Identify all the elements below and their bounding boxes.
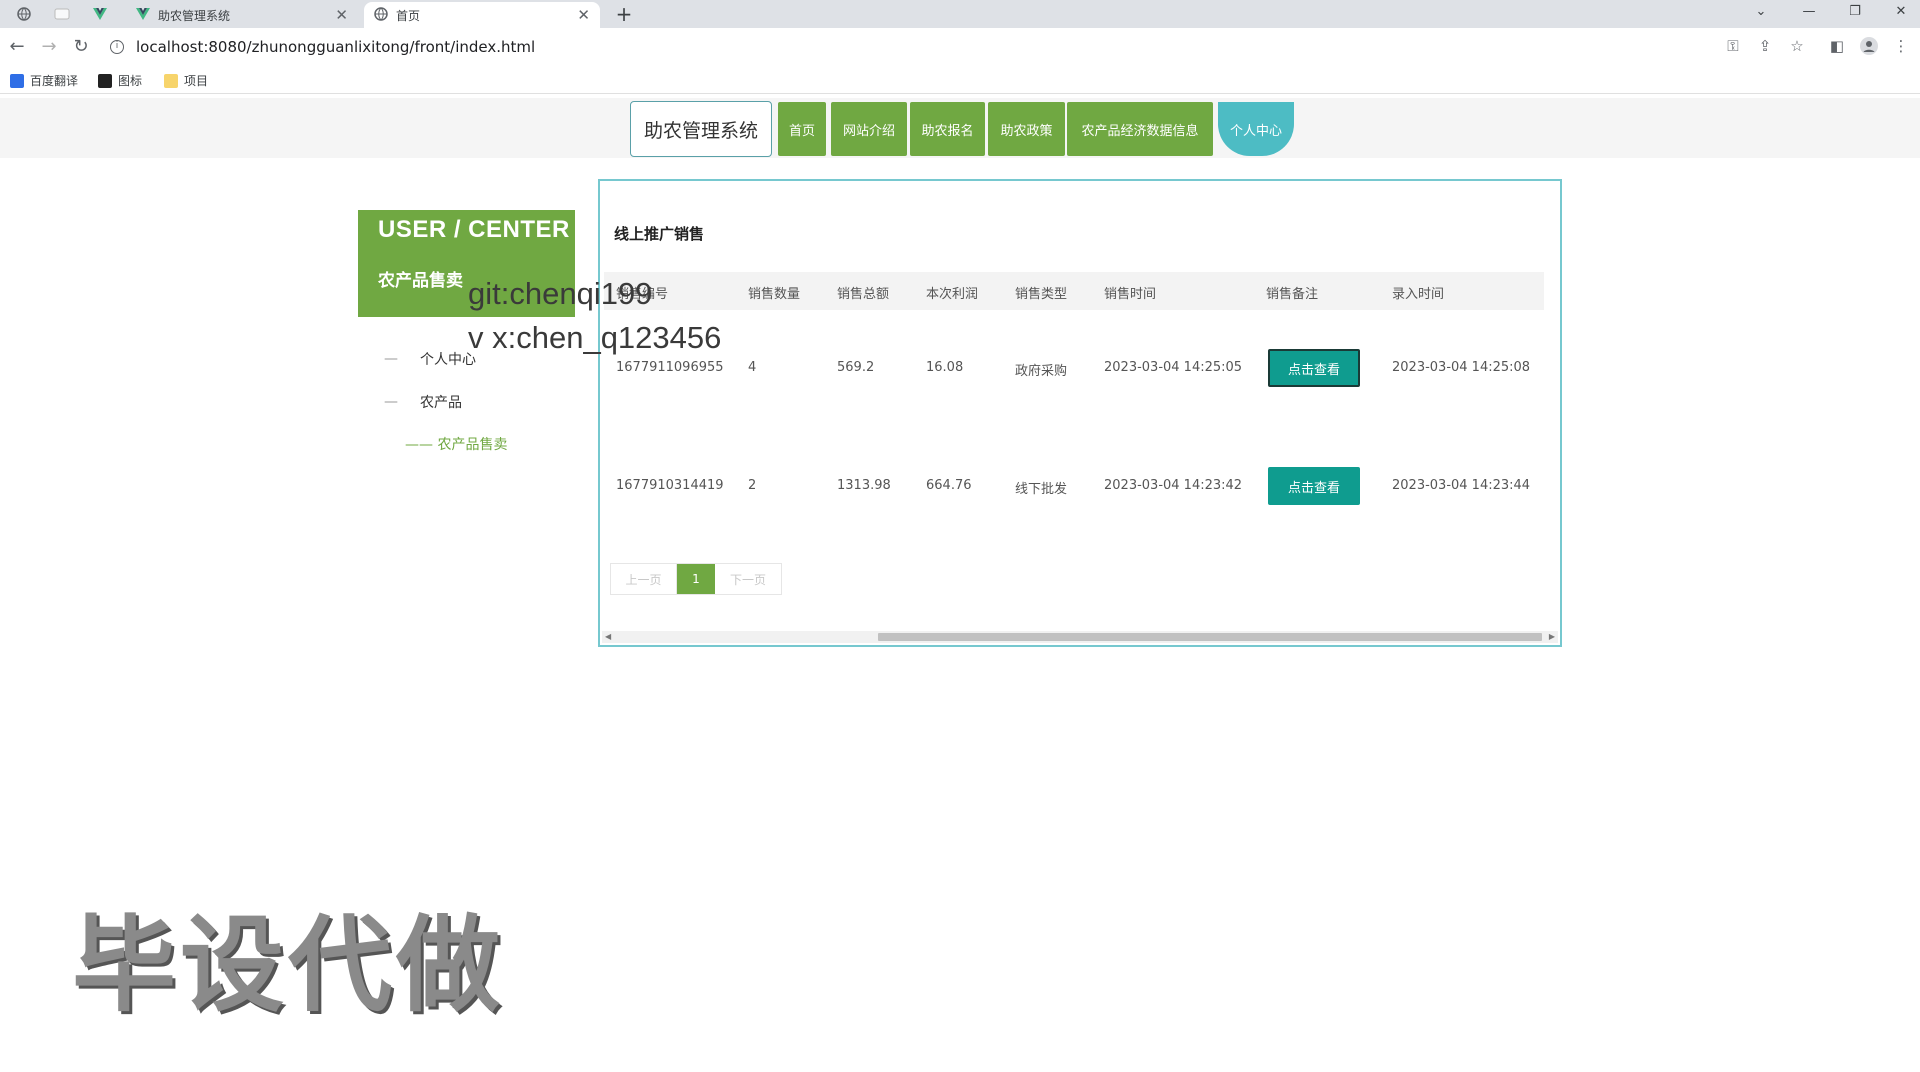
bookmark-icons[interactable]: 图标: [98, 72, 142, 89]
scroll-left-icon[interactable]: ◀: [605, 631, 611, 643]
new-tab-button[interactable]: +: [612, 2, 636, 26]
cell-quantity: 4: [748, 360, 757, 375]
table-row: 1677910314419 2 1313.98 664.76 线下批发 2023…: [604, 447, 1544, 527]
profile-icon[interactable]: [1858, 37, 1880, 59]
bookmark-label: 项目: [184, 74, 209, 88]
sidebar-title-en: USER / CENTER: [378, 216, 570, 243]
url-text: localhost:8080/zhunongguanlixitong/front…: [136, 38, 536, 56]
cell-sale-id: 1677911096955: [616, 360, 724, 375]
nav-economic-data[interactable]: 农产品经济数据信息: [1067, 102, 1213, 156]
cell-time: 2023-03-04 14:25:05: [1104, 360, 1243, 375]
col-time: 销售时间: [1104, 287, 1157, 302]
tab-search-icon[interactable]: ⌄: [1740, 0, 1782, 22]
col-remark: 销售备注: [1266, 287, 1319, 302]
translate-icon: [10, 73, 24, 88]
vue-logo-icon[interactable]: [86, 4, 114, 24]
menu-dash: —: [384, 394, 398, 410]
bookmark-baidu-translate[interactable]: 百度翻译: [10, 72, 78, 89]
cell-created: 2023-03-04 14:25:08: [1392, 360, 1531, 375]
sidebar-item-label: 农产品: [420, 395, 462, 411]
next-page-button[interactable]: 下一页: [715, 564, 781, 594]
tab-title: 助农管理系统: [158, 8, 231, 23]
nav-about[interactable]: 网站介绍: [831, 102, 907, 156]
reload-icon[interactable]: ↻: [70, 36, 92, 57]
cell-time: 2023-03-04 14:23:42: [1104, 478, 1243, 493]
bookmark-label: 百度翻译: [30, 74, 79, 88]
scroll-right-icon[interactable]: ▶: [1549, 631, 1555, 643]
cell-profit: 664.76: [926, 478, 972, 493]
info-icon[interactable]: i: [110, 40, 124, 54]
cell-total: 1313.98: [837, 478, 891, 493]
cell-sale-id: 1677910314419: [616, 478, 724, 493]
minimize-icon[interactable]: —: [1788, 0, 1830, 22]
cell-created: 2023-03-04 14:23:44: [1392, 478, 1531, 493]
share-icon[interactable]: ⇪: [1754, 37, 1776, 55]
cell-type: 线下批发: [1015, 482, 1068, 497]
menu-dash: —: [384, 351, 398, 367]
col-total: 销售总额: [837, 287, 890, 302]
panel-title: 线上推广销售: [614, 225, 705, 243]
tab-home[interactable]: 首页 ✕: [364, 2, 600, 28]
star-icon[interactable]: ☆: [1786, 37, 1808, 55]
prev-page-button[interactable]: 上一页: [611, 564, 677, 594]
cell-total: 569.2: [837, 360, 875, 375]
sidebar-title-zh: 农产品售卖: [378, 271, 463, 291]
globe-icon: [374, 6, 388, 24]
bookmark-label: 图标: [118, 74, 143, 88]
folder-icon: [164, 73, 178, 88]
nav-signup[interactable]: 助农报名: [910, 102, 985, 156]
close-icon[interactable]: ✕: [577, 6, 590, 24]
overlay-watermark: 毕设代做: [72, 904, 505, 1026]
col-profit: 本次利润: [926, 287, 979, 302]
pagination: 上一页 1 下一页: [610, 563, 782, 595]
site-nav: 助农管理系统 首页 网站介绍 助农报名 助农政策 农产品经济数据信息 个人中心: [0, 98, 1920, 158]
horizontal-scrollbar[interactable]: ◀ ▶: [602, 631, 1558, 643]
sidebar-subitem-sales[interactable]: —— 农产品售卖: [405, 434, 507, 454]
blank-page-icon[interactable]: [48, 4, 76, 24]
close-window-icon[interactable]: ✕: [1880, 0, 1920, 22]
address-bar: ← → ↻ i localhost:8080/zhunongguanlixito…: [0, 28, 1920, 66]
sales-panel: 线上推广销售 销售编号 销售数量 销售总额 本次利润 销售类型 销售时间 销售备…: [598, 179, 1562, 647]
overlay-git-text: git:chenqi199: [468, 276, 653, 311]
forward-icon[interactable]: →: [38, 36, 60, 57]
key-icon[interactable]: ⚿: [1722, 37, 1744, 55]
col-quantity: 销售数量: [748, 287, 801, 302]
nav-policy[interactable]: 助农政策: [988, 102, 1065, 156]
scroll-thumb[interactable]: [878, 633, 1542, 641]
site-brand[interactable]: 助农管理系统: [630, 101, 772, 157]
cell-quantity: 2: [748, 478, 757, 493]
view-remark-button[interactable]: 点击查看: [1268, 467, 1360, 505]
back-icon[interactable]: ←: [6, 36, 28, 57]
globe-icon[interactable]: [10, 4, 38, 24]
vue-logo-icon: [136, 7, 150, 23]
nav-home[interactable]: 首页: [778, 102, 826, 156]
col-type: 销售类型: [1015, 287, 1068, 302]
sidebar-item-user-center[interactable]: — 个人中心: [384, 349, 476, 369]
page-number-button[interactable]: 1: [677, 564, 715, 594]
table-header: 销售编号 销售数量 销售总额 本次利润 销售类型 销售时间 销售备注 录入时间: [604, 272, 1544, 310]
menu-dots-icon[interactable]: ⋮: [1890, 37, 1912, 55]
overlay-wechat-text: v x:chen_q123456: [468, 320, 722, 355]
image-icon: [98, 73, 112, 88]
cell-type: 政府采购: [1015, 364, 1068, 379]
sidebar-item-farm-products[interactable]: — 农产品: [384, 392, 462, 412]
restore-icon[interactable]: ❐: [1834, 0, 1876, 22]
col-created: 录入时间: [1392, 287, 1445, 302]
cell-profit: 16.08: [926, 360, 964, 375]
tab-zhunong[interactable]: 助农管理系统 ✕: [126, 2, 358, 28]
nav-user-center[interactable]: 个人中心: [1218, 102, 1294, 156]
close-icon[interactable]: ✕: [335, 6, 348, 24]
bookmarks-bar: 百度翻译 图标 项目: [0, 66, 1920, 94]
view-remark-button[interactable]: 点击查看: [1268, 349, 1360, 387]
bookmark-project[interactable]: 项目: [164, 72, 208, 89]
table-row: 1677911096955 4 569.2 16.08 政府采购 2023-03…: [604, 329, 1544, 409]
tab-title: 首页: [396, 8, 421, 23]
side-panel-icon[interactable]: ◧: [1826, 37, 1848, 55]
browser-tab-bar: 助农管理系统 ✕ 首页 ✕ + ⌄ — ❐ ✕: [0, 0, 1920, 28]
url-field[interactable]: i localhost:8080/zhunongguanlixitong/fro…: [110, 38, 535, 56]
